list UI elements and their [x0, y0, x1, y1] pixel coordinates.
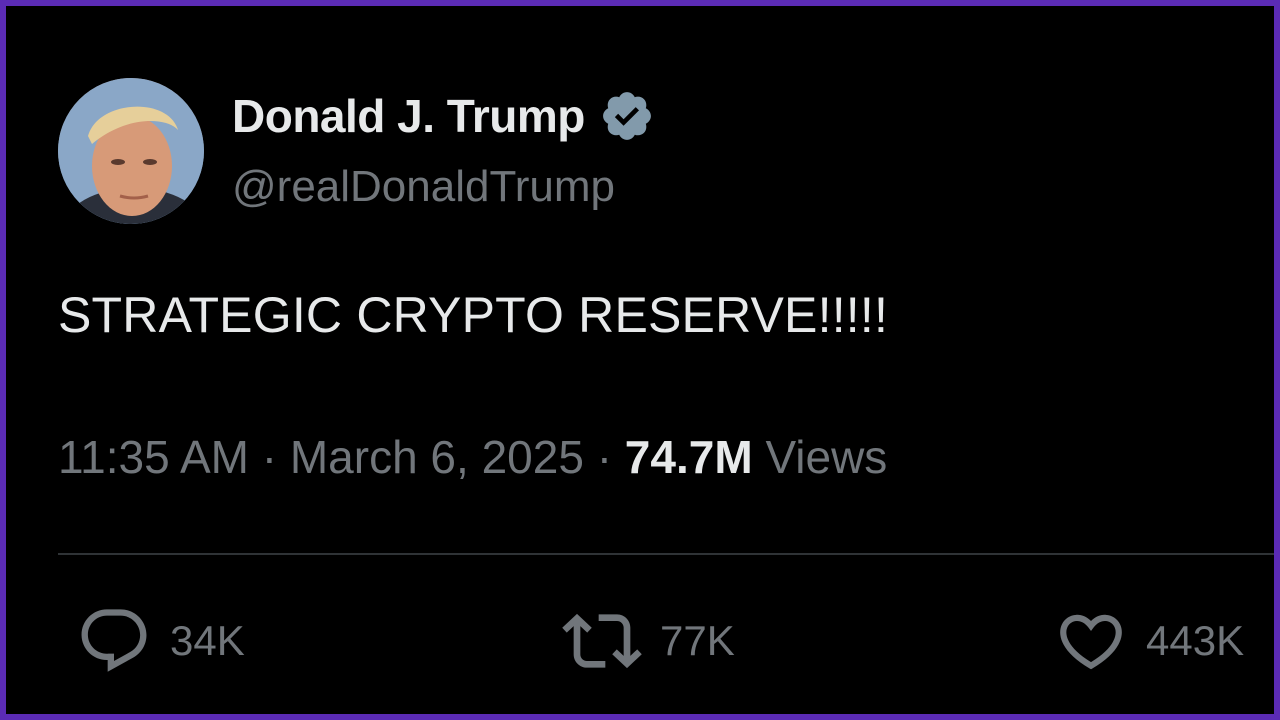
reply-button[interactable]: 34K [76, 606, 245, 676]
repost-count: 77K [660, 617, 735, 664]
meta-separator: · [596, 431, 613, 483]
author-row: Donald J. Trump [232, 88, 655, 144]
author-name[interactable]: Donald J. Trump [232, 89, 585, 143]
divider [58, 553, 1274, 555]
avatar[interactable] [58, 78, 204, 224]
author-handle[interactable]: @realDonaldTrump [232, 162, 615, 212]
views-count[interactable]: 74.7M [625, 431, 753, 483]
repost-icon [562, 601, 642, 681]
heart-icon [1054, 604, 1128, 678]
meta-separator: · [261, 431, 278, 483]
verified-badge-icon [599, 88, 655, 144]
tweet-frame: Donald J. Trump @realDonaldTrump STRATEG… [0, 0, 1280, 720]
tweet-time[interactable]: 11:35 AM [58, 431, 249, 483]
reply-count: 34K [170, 617, 245, 664]
avatar-image [58, 78, 204, 224]
reply-icon [76, 603, 152, 679]
tweet-meta: 11:35 AM · March 6, 2025 · 74.7M Views [58, 430, 887, 484]
views-label: Views [765, 431, 888, 483]
repost-button[interactable]: 77K [562, 606, 735, 676]
tweet-text: STRATEGIC CRYPTO RESERVE!!!!! [58, 287, 889, 343]
like-count: 443K [1146, 617, 1245, 664]
like-button[interactable]: 443K [1054, 606, 1244, 676]
tweet-date[interactable]: March 6, 2025 [290, 431, 584, 483]
